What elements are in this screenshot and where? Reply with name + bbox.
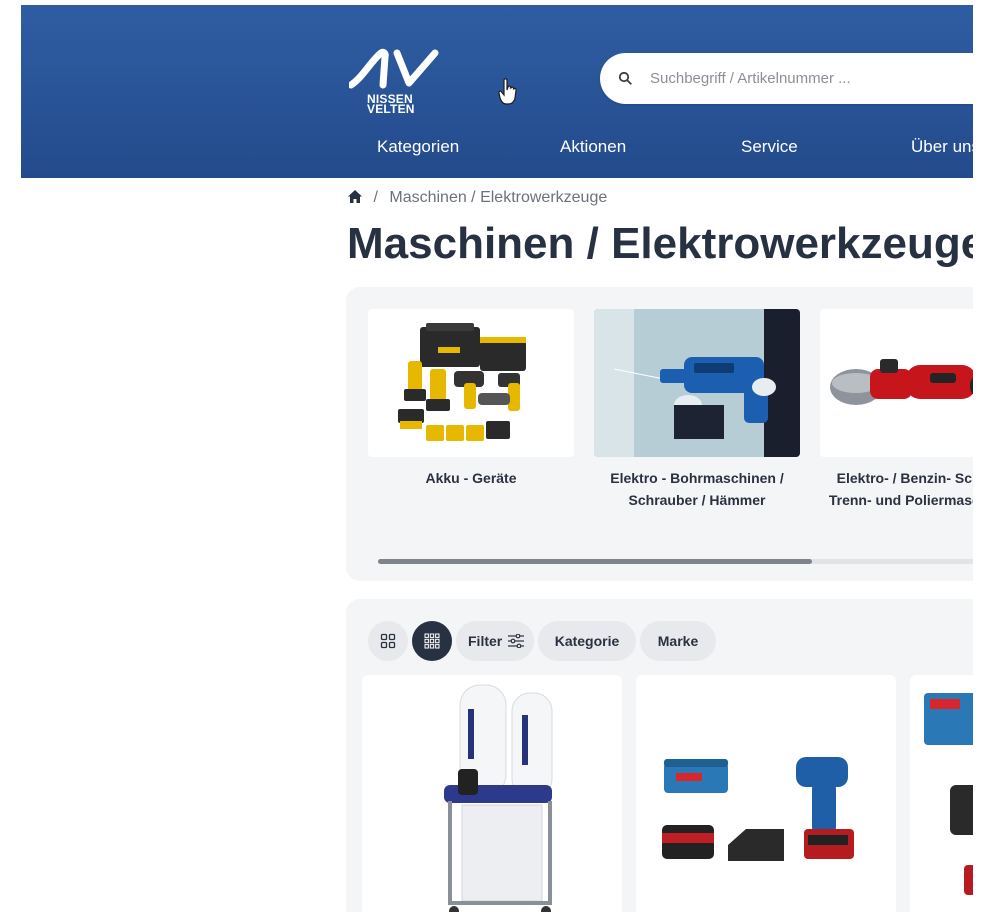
logo-wordmark: NISSEN VELTEN: [367, 93, 415, 116]
product-grid: [362, 675, 973, 912]
category-image-schleifmaschinen[interactable]: [820, 309, 973, 457]
browser-viewport: NISSEN VELTEN Kategorien Aktionen Servic…: [21, 5, 973, 912]
nav-aktionen[interactable]: Aktionen: [560, 137, 626, 157]
site-header: NISSEN VELTEN Kategorien Aktionen Servic…: [21, 5, 973, 178]
category-filter-button[interactable]: Kategorie: [538, 621, 636, 661]
category-label[interactable]: Akku - Geräte: [368, 467, 574, 489]
search-icon[interactable]: [618, 71, 632, 85]
category-image-akku[interactable]: [368, 309, 574, 457]
listing-toolbar: Filter Kategorie Marke: [368, 621, 968, 661]
category-label[interactable]: Elektro - Bohrmaschinen / Schrauber / Hä…: [594, 467, 800, 511]
grid-3-icon: [424, 633, 440, 649]
brand-filter-button[interactable]: Marke: [640, 621, 716, 661]
breadcrumb: / Maschinen / Elektrowerkzeuge: [347, 189, 607, 207]
nav-service[interactable]: Service: [741, 137, 798, 157]
filter-label: Filter: [468, 633, 503, 649]
page-title: Maschinen / Elektrowerkzeuge: [347, 219, 973, 268]
category-scrollbar-thumb[interactable]: [378, 559, 812, 564]
product-card[interactable]: [362, 675, 622, 912]
filter-button[interactable]: Filter: [456, 621, 534, 661]
logo-line-2: VELTEN: [367, 102, 415, 116]
logo-mark-icon: [349, 48, 439, 89]
category-card-bohrmaschinen[interactable]: Elektro - Bohrmaschinen / Schrauber / Hä…: [594, 309, 800, 511]
grid-2-view-button[interactable]: [368, 621, 408, 661]
product-card[interactable]: [636, 675, 896, 912]
product-image: [444, 684, 553, 912]
product-image: [662, 757, 854, 861]
category-card-akku[interactable]: Akku - Geräte: [368, 309, 574, 489]
product-card[interactable]: [910, 675, 973, 912]
search-input[interactable]: [650, 67, 973, 89]
main-nav: Kategorien Aktionen Service Über uns: [21, 137, 973, 167]
site-logo[interactable]: NISSEN VELTEN: [349, 47, 441, 117]
category-scrollbar[interactable]: [378, 559, 973, 564]
nav-ueber-uns[interactable]: Über uns: [911, 137, 973, 157]
breadcrumb-current[interactable]: Maschinen / Elektrowerkzeuge: [389, 189, 607, 206]
sliders-icon: [508, 634, 524, 648]
product-image: [924, 693, 973, 895]
nav-kategorien[interactable]: Kategorien: [377, 137, 459, 157]
grid-2-icon: [380, 633, 396, 649]
category-label[interactable]: Elektro- / Benzin- Schleif-, Trenn- und …: [820, 467, 973, 511]
home-icon[interactable]: [347, 189, 363, 204]
hand-cursor-icon: [498, 78, 517, 105]
product-listing: Filter Kategorie Marke: [346, 599, 973, 912]
grid-3-view-button[interactable]: [412, 621, 452, 661]
search-bar[interactable]: [600, 53, 973, 104]
category-card-schleifmaschinen[interactable]: Elektro- / Benzin- Schleif-, Trenn- und …: [820, 309, 973, 511]
category-image-bohrmaschinen[interactable]: [594, 309, 800, 457]
category-slider: Akku - Geräte Elektro - Bohrmaschinen / …: [346, 287, 973, 581]
breadcrumb-separator: /: [373, 189, 378, 206]
